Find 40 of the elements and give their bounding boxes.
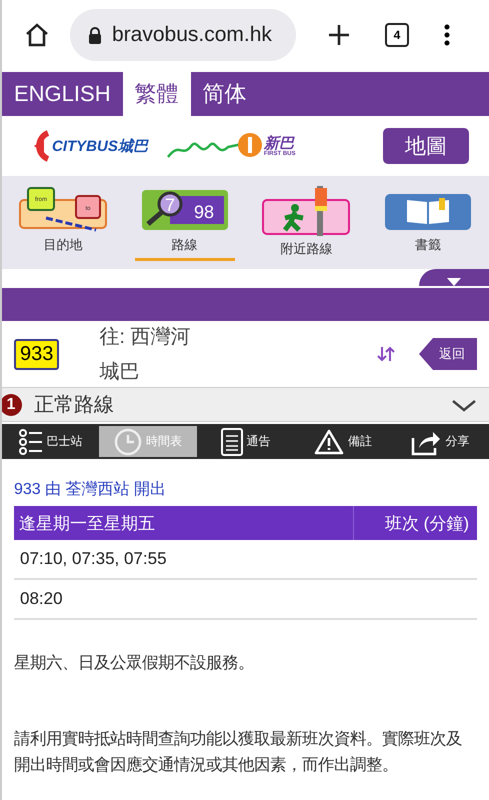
route-number: 933	[14, 338, 60, 370]
note-text: 星期六、日及公眾假期不設服務。	[14, 653, 255, 674]
variant-name: 正常路線	[34, 393, 114, 418]
info-tab[interactable]: 巴士站	[2, 426, 100, 457]
lock-icon	[88, 26, 102, 44]
swap-direction-icon[interactable]	[377, 345, 395, 363]
language-tab[interactable]: ENGLISH	[2, 72, 123, 116]
tab-switcher-button[interactable]: 4	[380, 18, 414, 52]
column-header: 班次 (分鐘)	[353, 506, 477, 540]
timetable-title: 933 由 荃灣西站 開出	[14, 480, 168, 500]
info-tab[interactable]: 通告	[196, 426, 294, 457]
plus-icon	[327, 23, 351, 47]
departure-times: 07:10, 07:35, 07:55	[14, 540, 477, 580]
info-tab[interactable]: 備註	[294, 426, 392, 457]
url-text: bravobus.com.hk	[112, 23, 272, 47]
variant-number: 1	[2, 394, 22, 416]
nav-tab[interactable]: 目的地	[43, 236, 82, 261]
chevron-icon[interactable]	[451, 398, 477, 412]
dropdown-tab[interactable]	[419, 269, 489, 286]
nav-tab[interactable]: 附近路線	[280, 240, 332, 265]
walking-figure-icon	[261, 186, 352, 236]
document-icon	[220, 428, 243, 456]
language-tab[interactable]: 繁體	[122, 72, 191, 116]
language-tab[interactable]: 简体	[190, 72, 259, 116]
note-text: 請利用實時抵站時間查詢功能以獲取最新班次資料。實際班次及開出時間或會因應交通情況或其他因素，而作出調整。	[14, 729, 463, 776]
operator-text: 城巴	[99, 360, 140, 385]
address-bar[interactable]: bravobus.com.hk	[70, 9, 296, 61]
column-header: 逢星期一至星期五	[18, 512, 156, 534]
info-tab[interactable]: 分享	[392, 426, 489, 457]
menu-icon	[443, 23, 451, 47]
citybus-logo[interactable]: CITYBUS城巴	[30, 129, 148, 163]
destination-text: 往: 西灣河	[99, 325, 190, 350]
clock-icon	[114, 428, 142, 456]
back-button[interactable]: 返回	[419, 338, 477, 370]
list-icon	[18, 428, 43, 454]
warning-icon	[314, 428, 344, 454]
nav-tab[interactable]: 書籤	[415, 236, 442, 261]
map-button[interactable]: 地圖	[383, 128, 469, 164]
nav-tab[interactable]: 路線	[134, 236, 235, 261]
departure-times: 08:20	[14, 580, 477, 620]
